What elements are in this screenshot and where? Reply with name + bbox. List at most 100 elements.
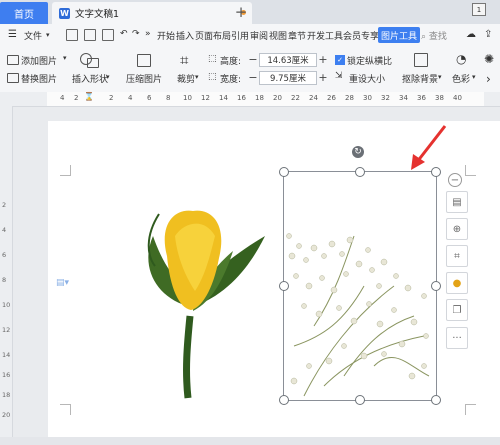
resize-handle[interactable] [279, 167, 289, 177]
ruler-number: 26 [327, 94, 336, 102]
compress-picture-button[interactable]: 压缩图片 [126, 72, 162, 85]
chevron-down-icon[interactable]: ▾ [438, 73, 442, 81]
replace-picture-button[interactable]: 替换图片 [21, 72, 57, 85]
indent-marker-icon[interactable]: ⌛ [84, 92, 94, 101]
ruler-number: 22 [291, 94, 300, 102]
paragraph-marker-icon[interactable]: ▤▾ [56, 278, 69, 288]
ruler-number: 28 [345, 94, 354, 102]
crop-mark [60, 165, 71, 176]
ruler-number: 36 [417, 94, 426, 102]
collapse-toolbar-icon[interactable]: − [448, 173, 462, 187]
menu-picture-tools[interactable]: 图片工具 [378, 27, 421, 43]
width-decrease-button[interactable]: − [247, 71, 259, 84]
rose-stem [183, 315, 194, 399]
menu-member[interactable]: 会员专享 [343, 29, 379, 42]
menu-chapter[interactable]: 章节 [288, 29, 306, 42]
save-icon[interactable] [66, 29, 78, 41]
menu-review[interactable]: 审阅 [250, 29, 268, 42]
menu-start[interactable]: 开始 [157, 29, 175, 42]
cloud-icon[interactable]: ☁ [466, 29, 476, 40]
lock-ratio-checkbox[interactable]: ✓ [335, 55, 345, 65]
picture-selection-frame[interactable] [283, 171, 437, 401]
reset-size-button[interactable]: 重设大小 [349, 72, 385, 85]
menu-page-layout[interactable]: 页面布局 [195, 29, 231, 42]
menu-references[interactable]: 引用 [231, 29, 249, 42]
vertical-ruler: 2 4 6 8 10 12 14 16 18 20 [0, 106, 13, 445]
layout-icon[interactable]: ▤ [446, 191, 468, 213]
tab-home-label: 首页 [14, 9, 34, 21]
undo-icon[interactable]: ↶ [120, 29, 128, 39]
crop-button[interactable]: 裁剪 [177, 72, 195, 85]
crop-icon: ⌗ [180, 51, 189, 69]
lock-ratio-label: 锁定纵横比 [347, 57, 393, 67]
idea-icon[interactable]: ● [446, 272, 468, 294]
print-icon[interactable] [102, 29, 114, 41]
add-picture-icon [7, 55, 19, 65]
status-bar [0, 437, 500, 445]
ruler-number: 16 [237, 94, 246, 102]
color-button[interactable]: 色彩 [452, 72, 470, 85]
resize-handle[interactable] [279, 281, 289, 291]
chevron-down-icon[interactable]: ▾ [195, 73, 199, 81]
ruler-number: 6 [147, 94, 152, 102]
rose-picture[interactable] [115, 196, 275, 401]
window-count-label: 1 [476, 5, 482, 14]
chevron-down-icon[interactable]: ▾ [472, 73, 476, 81]
menu-developer[interactable]: 开发工具 [307, 29, 343, 42]
ruler-number: 18 [255, 94, 264, 102]
height-decrease-button[interactable]: − [247, 53, 259, 66]
ruler-number: 32 [381, 94, 390, 102]
palette-icon: ◔ [456, 52, 467, 66]
crop-icon[interactable]: ⌗ [446, 245, 468, 267]
export-pdf-icon[interactable] [84, 29, 96, 41]
more-icon[interactable]: ··· [446, 327, 468, 349]
insert-shape-button[interactable]: 插入形状 [72, 72, 108, 85]
ruler-numbers: 4 2 ⌛ 2 4 6 8 10 12 14 16 18 20 22 24 26… [0, 92, 500, 106]
menu-insert[interactable]: 插入 [176, 29, 194, 42]
copy-icon[interactable]: ❐ [446, 299, 468, 321]
ribbon: 添加图片 ▾ 替换图片 插入形状 ▾ 压缩图片 ⌗ 裁剪 ▾ ⬚ 高度: − 1… [0, 46, 500, 93]
share-icon[interactable]: ⇪ [484, 29, 492, 40]
height-field[interactable]: 14.63厘米 [259, 53, 317, 67]
width-increase-button[interactable]: + [317, 71, 329, 84]
scroll-right-icon[interactable]: › [486, 72, 491, 86]
width-field[interactable]: 9.75厘米 [259, 71, 317, 85]
vruler-number: 12 [2, 326, 11, 334]
resize-handle[interactable] [355, 395, 365, 405]
resize-handle[interactable] [431, 395, 441, 405]
effects-icon[interactable]: ✺ [484, 52, 494, 66]
height-increase-button[interactable]: + [317, 53, 329, 66]
resize-handle[interactable] [431, 281, 441, 291]
search-icon: ⌕ [421, 32, 427, 42]
ruler-number: 38 [435, 94, 444, 102]
vruler-number: 2 [2, 201, 7, 209]
search-input[interactable]: ⌕ 查找 [421, 29, 447, 42]
hamburger-icon[interactable]: ☰ [8, 29, 17, 40]
more-quick-icon[interactable]: » [145, 29, 151, 39]
chevron-down-icon[interactable]: ▾ [46, 31, 50, 39]
resize-handle[interactable] [355, 167, 365, 177]
ruler-number: 2 [74, 94, 79, 102]
window-count-icon[interactable]: 1 [472, 3, 486, 16]
menu-file[interactable]: 文件 [24, 29, 42, 42]
reset-size-icon: ⇲ [335, 71, 343, 81]
resize-handle[interactable] [279, 395, 289, 405]
remove-background-button[interactable]: 抠除背景 [402, 72, 438, 85]
height-icon: ⬚ [208, 54, 217, 64]
plus-icon[interactable]: + [234, 3, 248, 21]
tab-document-label: 文字文稿1 [75, 9, 120, 20]
zoom-icon[interactable]: ⊕ [446, 218, 468, 240]
tab-home[interactable]: 首页 [0, 2, 48, 24]
menu-view[interactable]: 视图 [269, 29, 287, 42]
tab-document[interactable]: W 文字文稿1 [52, 2, 252, 24]
chevron-down-icon[interactable]: ▾ [106, 73, 110, 81]
chevron-down-icon[interactable]: ▾ [63, 54, 67, 62]
compress-picture-icon [137, 54, 151, 67]
ruler-number: 8 [166, 94, 171, 102]
redo-icon[interactable]: ↷ [132, 29, 140, 39]
ruler-number: 14 [219, 94, 228, 102]
rotate-handle-icon[interactable]: ↻ [352, 146, 364, 158]
width-label: 宽度: [220, 75, 242, 85]
add-picture-button[interactable]: 添加图片 [21, 54, 57, 67]
vruler-number: 18 [2, 391, 11, 399]
